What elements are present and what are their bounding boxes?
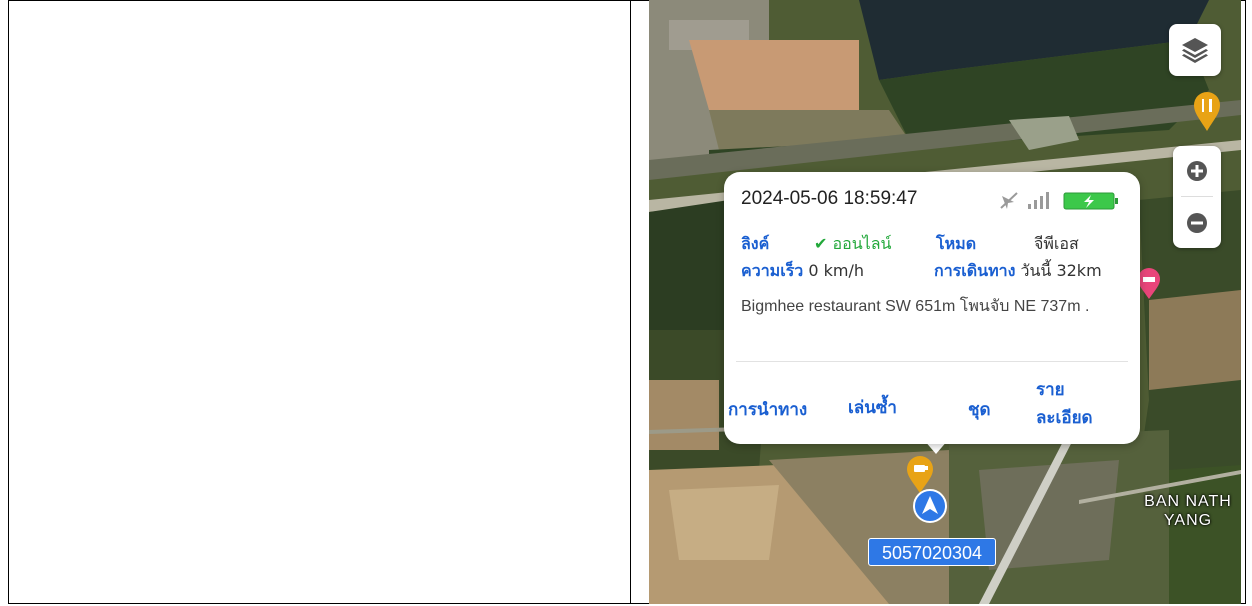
trip-row: การเดินทาง วันนี้ 32km <box>934 259 1102 284</box>
set-button[interactable]: ชุด <box>968 396 991 423</box>
cell-divider <box>630 0 631 604</box>
signal-icon <box>1028 192 1049 209</box>
vehicle-plate-label[interactable]: 5057020304 <box>868 538 996 566</box>
link-label: ลิงค์ <box>741 234 770 253</box>
popup-divider <box>736 361 1128 362</box>
device-status-icons <box>1000 192 1118 210</box>
zoom-in-button[interactable] <box>1173 146 1221 196</box>
speed-value: 0 km/h <box>808 261 865 280</box>
left-empty-cell <box>9 1 629 603</box>
village-label-line2: YANG <box>1163 512 1213 529</box>
check-icon: ✔ <box>814 234 828 253</box>
gps-off-icon <box>1000 192 1018 209</box>
zoom-separator <box>1181 196 1213 197</box>
zoom-out-icon <box>1187 213 1207 233</box>
details-label-line2: ละเอียด <box>1036 408 1093 428</box>
link-status: ✔ ออนไลน์ <box>814 232 891 257</box>
link-status-value: ออนไลน์ <box>832 234 892 253</box>
speed-label: ความเร็ว <box>741 261 804 280</box>
mode-value: จีพีเอส <box>1034 234 1079 253</box>
hotel-marker-icon[interactable] <box>1137 268 1161 300</box>
village-label-line1: BAN NATH <box>1144 493 1232 510</box>
link-row: ลิงค์ <box>741 232 769 257</box>
trip-value: วันนี้ 32km <box>1020 261 1102 280</box>
navigate-button[interactable]: การนำทาง <box>728 396 807 423</box>
details-label-line1: ราย <box>1036 380 1065 400</box>
layers-icon <box>1182 38 1208 63</box>
navigation-arrow-icon[interactable] <box>912 488 948 524</box>
trip-label: การเดินทาง <box>934 261 1016 280</box>
mode-value-wrap: จีพีเอส <box>1034 232 1079 257</box>
zoom-out-button[interactable] <box>1173 198 1221 248</box>
village-label: BAN NATH YANG <box>1128 492 1248 530</box>
map-layers-button[interactable] <box>1169 24 1221 76</box>
mode-label: โหมด <box>936 234 977 253</box>
location-address: Bigmhee restaurant SW 651m โพนจับ NE 737… <box>741 298 1090 315</box>
vehicle-info-popup: 2024-05-06 18:59:47 ลิงค์ ✔ ออนไลน์ โหมด… <box>724 172 1140 444</box>
speed-row: ความเร็ว 0 km/h <box>741 259 864 284</box>
zoom-controls <box>1173 146 1221 248</box>
popup-timestamp: 2024-05-06 18:59:47 <box>741 188 918 209</box>
mode-label-wrap: โหมด <box>936 232 976 257</box>
zoom-in-icon <box>1187 161 1207 181</box>
battery-charging-icon <box>1063 192 1118 210</box>
restaurant-marker-icon[interactable] <box>1193 92 1221 132</box>
playback-button[interactable]: เล่นซ้ำ <box>848 394 897 421</box>
details-button[interactable]: ราย ละเอียด <box>1036 376 1093 432</box>
